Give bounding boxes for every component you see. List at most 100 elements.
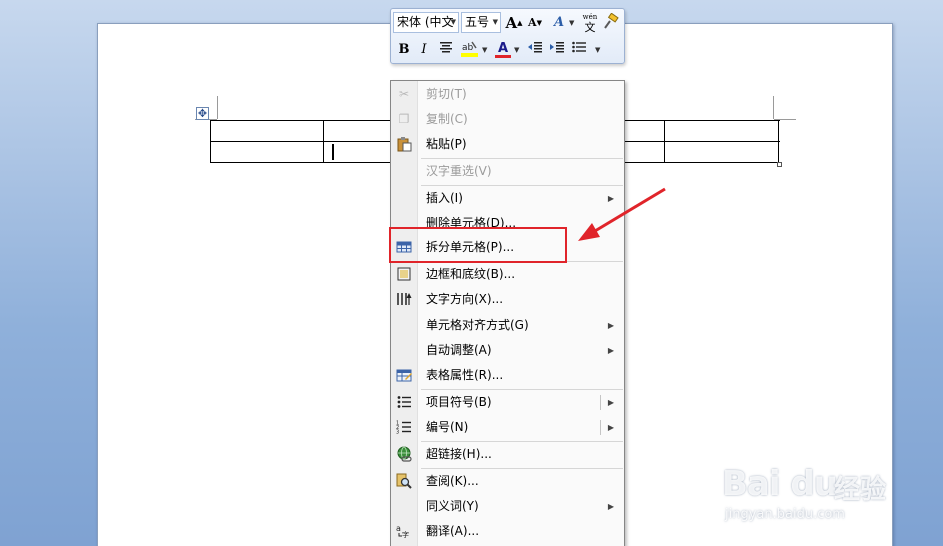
menu-item-label: 汉字重选(V) — [426, 164, 492, 178]
text-cursor — [332, 144, 334, 160]
menu-item-borders-shading[interactable]: 边框和底纹(B)... — [391, 262, 624, 287]
menu-item-numbering[interactable]: 123 编号(N) ▶ — [391, 415, 624, 440]
increase-indent-icon — [550, 42, 564, 53]
menu-item-label: 查阅(K)... — [426, 474, 479, 488]
submenu-arrow-icon[interactable]: ▶ — [608, 415, 614, 440]
menu-item-label: 粘贴(P) — [426, 137, 467, 151]
menu-item-label: 剪切(T) — [426, 87, 467, 101]
submenu-arrow-icon: ▶ — [607, 346, 614, 355]
menu-item-label: 边框和底纹(B)... — [426, 267, 516, 281]
menu-item-label: 翻译(A)... — [426, 524, 480, 538]
context-menu: ✂ 剪切(T) ❐ 复制(C) 粘贴(P) 汉字重选(V) 插入(I) ▶ 删除… — [390, 80, 625, 546]
submenu-arrow-icon: ▶ — [607, 502, 614, 511]
highlight-icon: ab — [461, 41, 478, 57]
watermark-brand: 经验 — [834, 475, 887, 505]
menu-item-bullets[interactable]: 项目符号(B) ▶ — [391, 390, 624, 415]
table-move-handle-icon[interactable]: ✥ — [196, 107, 209, 120]
menu-item-label: 自动调整(A) — [426, 343, 492, 357]
menu-item-synonyms[interactable]: 同义词(Y) ▶ — [391, 494, 624, 519]
shrink-font-icon: A — [528, 16, 537, 29]
menu-item-autofit[interactable]: 自动调整(A) ▶ — [391, 338, 624, 363]
watermark-url: jingyan.baidu.com — [725, 507, 845, 522]
table-border — [210, 120, 211, 163]
center-align-icon — [440, 42, 452, 53]
styles-icon: A — [553, 15, 565, 30]
table-resize-handle[interactable] — [777, 162, 782, 167]
menu-item-label: 插入(I) — [426, 191, 463, 205]
chevron-down-icon: ▼ — [492, 18, 498, 26]
font-color-button[interactable]: A — [493, 39, 513, 59]
chevron-down-icon: ▼ — [595, 46, 601, 54]
menu-item-table-properties[interactable]: 表格属性(R)... — [391, 363, 624, 388]
mini-toolbar: 宋体 (中文 ▼ 五号 ▼ A▲ A▼ A ▼ wén 文 B I ab ▼ A… — [390, 8, 625, 64]
research-icon — [396, 473, 412, 489]
bullets-button[interactable] — [570, 40, 588, 60]
increase-indent-button[interactable] — [548, 40, 566, 60]
phonetic-guide-button[interactable]: wén 文 — [580, 13, 600, 33]
menu-item-label: 项目符号(B) — [426, 395, 492, 409]
scissors-icon: ✂ — [398, 87, 410, 101]
menu-item-cut[interactable]: ✂ 剪切(T) — [391, 82, 624, 107]
copy-icon: ❐ — [398, 112, 410, 126]
menu-item-label: 同义词(Y) — [426, 499, 479, 513]
format-painter-icon — [604, 12, 619, 29]
bold-icon: B — [398, 42, 410, 57]
svg-text:3: 3 — [396, 430, 399, 436]
svg-text:a: a — [396, 524, 401, 533]
numbering-icon: 123 — [396, 419, 412, 436]
highlight-button[interactable]: ab — [459, 40, 481, 60]
menu-item-hyperlink[interactable]: 超链接(H)... — [391, 442, 624, 467]
menu-item-translate[interactable]: a字 翻译(A)... — [391, 519, 624, 544]
split-divider — [600, 420, 601, 435]
font-size-combo[interactable]: 五号 ▼ — [461, 12, 501, 33]
paste-icon — [396, 136, 412, 152]
grow-font-icon: A — [505, 14, 518, 32]
text-direction-icon — [396, 291, 412, 307]
table-properties-icon — [396, 367, 412, 383]
borders-icon — [396, 266, 412, 282]
hyperlink-icon — [396, 446, 412, 462]
svg-text:ab: ab — [462, 43, 474, 53]
table-border — [664, 120, 665, 163]
menu-item-label: 表格属性(R)... — [426, 368, 504, 382]
font-name-combo[interactable]: 宋体 (中文 ▼ — [393, 12, 459, 33]
menu-item-text-direction[interactable]: 文字方向(X)... — [391, 287, 624, 312]
menu-item-reconversion[interactable]: 汉字重选(V) — [391, 159, 624, 184]
bullets-icon — [572, 41, 586, 53]
menu-item-label: 单元格对齐方式(G) — [426, 318, 529, 332]
decrease-indent-button[interactable] — [526, 40, 544, 60]
format-painter-button[interactable] — [602, 12, 620, 33]
bold-button[interactable]: B — [395, 40, 413, 60]
table-border — [323, 120, 324, 163]
menu-item-label: 编号(N) — [426, 420, 469, 434]
pointer-arrow-icon — [578, 187, 666, 241]
crop-mark — [217, 96, 218, 119]
decrease-indent-icon — [528, 42, 542, 53]
menu-item-paste[interactable]: 粘贴(P) — [391, 132, 624, 157]
svg-text:字: 字 — [402, 530, 409, 539]
shrink-font-button[interactable]: A▼ — [527, 13, 543, 33]
chevron-down-icon: ▼ — [514, 46, 520, 54]
submenu-arrow-icon[interactable]: ▶ — [608, 390, 614, 415]
submenu-arrow-icon: ▶ — [607, 321, 614, 330]
styles-button[interactable]: A — [549, 13, 569, 33]
translate-icon: a字 — [396, 523, 412, 539]
center-align-button[interactable] — [437, 40, 455, 60]
menu-item-label: 超链接(H)... — [426, 447, 492, 461]
menu-item-copy[interactable]: ❐ 复制(C) — [391, 107, 624, 132]
menu-item-research[interactable]: 查阅(K)... — [391, 469, 624, 494]
highlight-box — [389, 227, 567, 263]
grow-font-button[interactable]: A▲ — [505, 13, 523, 33]
font-color-icon: A — [497, 41, 509, 56]
table-border — [778, 120, 779, 163]
split-divider — [600, 395, 601, 410]
font-name-value: 宋体 (中文 — [397, 15, 454, 29]
italic-button[interactable]: I — [415, 40, 433, 60]
font-size-value: 五号 — [465, 15, 490, 29]
font-color-bar — [495, 55, 511, 58]
menu-item-cell-alignment[interactable]: 单元格对齐方式(G) ▶ — [391, 313, 624, 338]
chevron-down-icon: ▼ — [569, 19, 575, 27]
italic-icon: I — [421, 42, 427, 57]
baidu-watermark: Bai du 经验 jingyan.baidu.com — [722, 458, 902, 546]
chevron-down-icon: ▼ — [482, 46, 488, 54]
